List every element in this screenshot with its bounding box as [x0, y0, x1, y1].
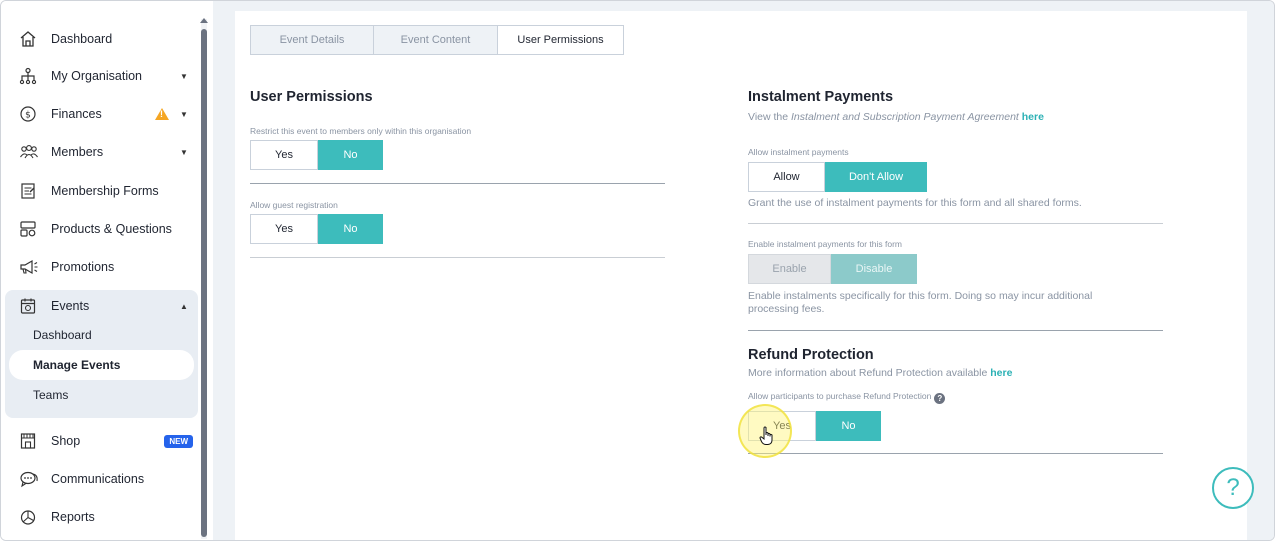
sidebar-item-label: Members	[51, 145, 104, 159]
content-card	[235, 11, 1247, 540]
restrict-no-button[interactable]: No	[318, 140, 383, 170]
sidebar-item-label: Dashboard	[51, 32, 113, 46]
sidebar-item-label: My Organisation	[51, 69, 143, 83]
restrict-members-label: Restrict this event to members only with…	[250, 126, 472, 136]
enable-button[interactable]: Enable	[748, 254, 831, 284]
refund-allow-label: Allow participants to purchase Refund Pr…	[748, 391, 932, 401]
calendar-icon	[19, 296, 45, 316]
tab-event-content[interactable]: Event Content	[374, 25, 498, 55]
chevron-down-icon: ▼	[180, 71, 188, 81]
sidebar-item-shop[interactable]: Shop NEW	[11, 423, 197, 459]
restrict-yes-button[interactable]: Yes	[250, 140, 318, 170]
app-window: Dashboard My Organisation ▼ $ Finances !…	[0, 0, 1275, 541]
sidebar-item-promotions[interactable]: Promotions	[11, 249, 197, 285]
tab-bar: Event Details Event Content User Permiss…	[250, 25, 624, 55]
divider	[748, 330, 1163, 331]
divider	[748, 223, 1163, 224]
megaphone-icon	[19, 257, 45, 277]
refund-info-text: More information about Refund Protection…	[748, 367, 1012, 380]
sidebar-item-products-questions[interactable]: Products & Questions	[11, 211, 197, 247]
sidebar-item-membership-forms[interactable]: Membership Forms	[11, 173, 197, 209]
sidebar-item-label: Communications	[51, 472, 145, 486]
sidebar-item-events[interactable]: Events ▲	[11, 288, 197, 324]
divider	[250, 183, 665, 184]
sidebar-subitem-dashboard[interactable]: Dashboard	[19, 320, 191, 350]
enable-instalment-label: Enable instalment payments for this form	[748, 239, 903, 249]
help-tooltip-icon[interactable]: ?	[934, 393, 946, 404]
divider	[748, 453, 1163, 454]
agreement-name: Instalment and Subscription Payment Agre…	[791, 111, 1019, 123]
form-icon	[19, 181, 45, 201]
svg-text:$: $	[25, 111, 31, 121]
sidebar-item-label: Finances	[51, 107, 102, 121]
help-button[interactable]: ?	[1212, 467, 1254, 509]
restrict-members-toggle: Yes No	[250, 140, 383, 170]
agreement-here-link[interactable]: here	[1022, 111, 1044, 123]
refund-here-link[interactable]: here	[990, 367, 1012, 379]
products-icon	[19, 219, 45, 239]
refund-protection-title: Refund Protection	[748, 347, 874, 363]
enable-instalment-toggle: Enable Disable	[748, 254, 917, 284]
divider	[250, 257, 665, 258]
allow-button[interactable]: Allow	[748, 162, 825, 192]
guest-yes-button[interactable]: Yes	[250, 214, 318, 244]
refund-allow-label-row: Allow participants to purchase Refund Pr…	[748, 391, 946, 404]
home-icon	[19, 29, 45, 49]
guest-no-button[interactable]: No	[318, 214, 383, 244]
sidebar-subitem-label: Manage Events	[33, 358, 121, 372]
org-chart-icon	[19, 66, 45, 86]
user-permissions-title: User Permissions	[250, 89, 373, 105]
sidebar-subitem-label: Teams	[33, 388, 69, 402]
instalment-payments-title: Instalment Payments	[748, 89, 894, 105]
grant-instalment-text: Grant the use of instalment payments for…	[748, 197, 1082, 209]
chevron-down-icon: ▼	[180, 147, 188, 157]
sidebar-item-label: Membership Forms	[51, 184, 159, 198]
sidebar-item-reports[interactable]: Reports	[11, 499, 197, 535]
sidebar-item-label: Products & Questions	[51, 222, 172, 236]
sidebar-item-my-organisation[interactable]: My Organisation ▼	[11, 58, 197, 94]
guest-registration-label: Allow guest registration	[250, 200, 338, 210]
sidebar: Dashboard My Organisation ▼ $ Finances !…	[1, 1, 211, 540]
sidebar-subitem-manage-events[interactable]: Manage Events	[9, 350, 194, 380]
sidebar-item-label: Reports	[51, 510, 95, 524]
refund-info-prefix: More information about Refund Protection…	[748, 367, 988, 379]
sidebar-item-label: Events	[51, 299, 90, 313]
sidebar-subitem-teams[interactable]: Teams	[19, 380, 191, 410]
sidebar-item-label: Shop	[51, 434, 81, 448]
warning-icon: !	[155, 108, 169, 120]
disable-button[interactable]: Disable	[831, 254, 917, 284]
sidebar-item-label: Promotions	[51, 260, 115, 274]
tab-event-details[interactable]: Event Details	[250, 25, 374, 55]
sidebar-item-communications[interactable]: Communications	[11, 461, 197, 497]
refund-no-button[interactable]: No	[816, 411, 881, 441]
sidebar-item-finances[interactable]: $ Finances ! ▼	[11, 96, 197, 132]
shop-icon	[19, 431, 45, 451]
tab-user-permissions[interactable]: User Permissions	[498, 25, 624, 55]
chevron-down-icon: ▼	[180, 109, 188, 119]
instalment-agreement-text: View the Instalment and Subscription Pay…	[748, 111, 1044, 124]
chat-icon	[19, 469, 45, 489]
dont-allow-button[interactable]: Don't Allow	[825, 162, 927, 192]
sidebar-item-members[interactable]: Members ▼	[11, 134, 197, 170]
sidebar-subitem-label: Dashboard	[33, 328, 92, 342]
hand-cursor-icon	[759, 426, 775, 451]
members-icon	[19, 142, 45, 162]
new-badge: NEW	[164, 434, 193, 448]
allow-instalment-label: Allow instalment payments	[748, 147, 849, 157]
allow-instalment-toggle: Allow Don't Allow	[748, 162, 927, 192]
main-content: Event Details Event Content User Permiss…	[213, 1, 1274, 540]
dollar-circle-icon: $	[19, 104, 45, 124]
enable-instalment-description: Enable instalments specifically for this…	[748, 290, 1093, 315]
scroll-up-arrow-icon[interactable]	[200, 18, 208, 23]
sidebar-scrollbar-thumb[interactable]	[201, 29, 207, 537]
guest-registration-toggle: Yes No	[250, 214, 383, 244]
agreement-prefix: View the	[748, 111, 789, 123]
pie-chart-icon	[19, 507, 45, 527]
chevron-up-icon: ▲	[180, 301, 188, 311]
sidebar-item-dashboard[interactable]: Dashboard	[11, 21, 197, 57]
